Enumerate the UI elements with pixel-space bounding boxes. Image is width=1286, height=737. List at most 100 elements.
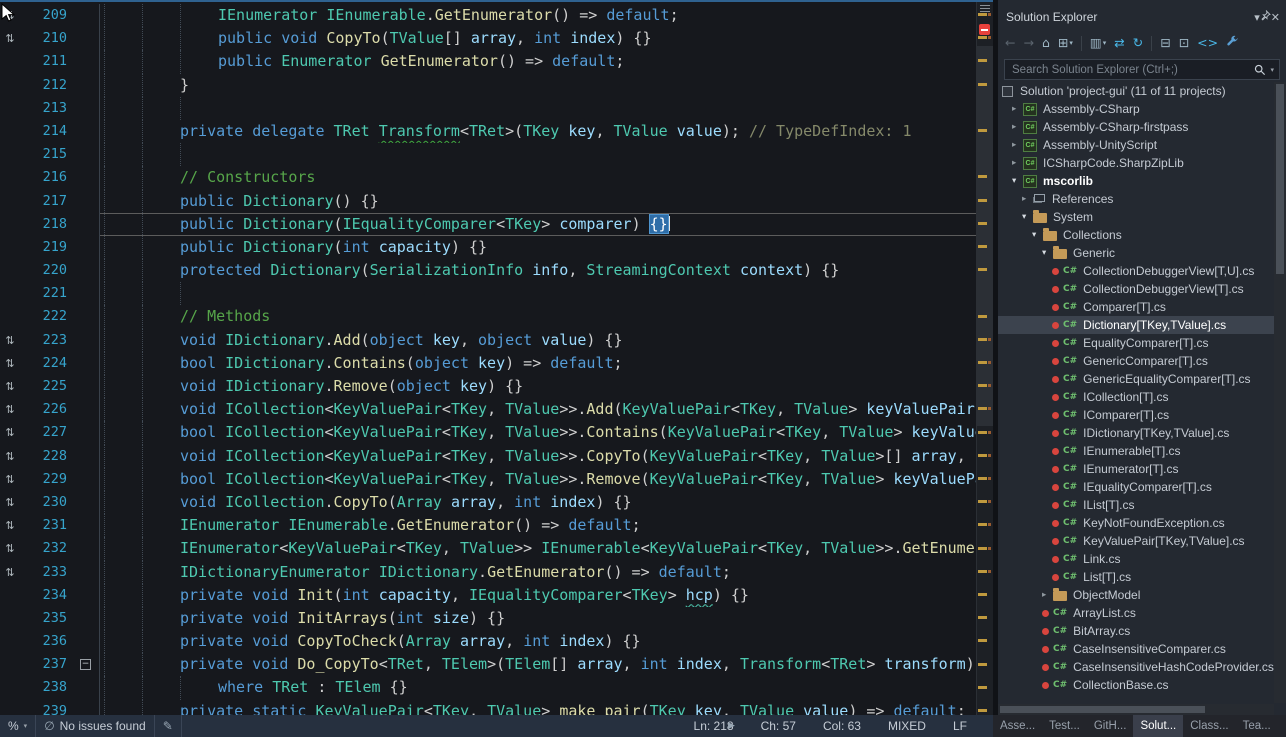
tree-item-keynotfoundexception-cs[interactable]: C#KeyNotFoundException.cs <box>998 514 1274 532</box>
line-number[interactable]: 228 <box>20 445 76 468</box>
back-icon[interactable]: ← <box>1005 36 1015 50</box>
pin-icon[interactable] <box>1260 11 1271 24</box>
code-text[interactable]: public Dictionary() {} <box>100 190 977 213</box>
code-text[interactable]: // Constructors <box>100 166 977 189</box>
code-line-211[interactable]: 211public Enumerator GetEnumerator() => … <box>0 50 977 73</box>
line-number[interactable]: 231 <box>20 514 76 537</box>
code-text[interactable]: public Dictionary(int capacity) {} <box>100 236 977 259</box>
search-input[interactable] <box>1010 63 1250 77</box>
glyph-margin[interactable] <box>0 143 20 166</box>
glyph-margin[interactable] <box>0 700 20 715</box>
code-text[interactable]: IDictionaryEnumerator IDictionary.GetEnu… <box>100 561 977 584</box>
search-options-caret-icon[interactable]: ▾ <box>1270 66 1274 74</box>
code-line-232[interactable]: ⇅232IEnumerator<KeyValuePair<TKey, TValu… <box>0 537 977 560</box>
code-line-222[interactable]: 222// Methods <box>0 305 977 328</box>
tree-item-caseinsensitivehashcodeprovider-cs[interactable]: C#CaseInsensitiveHashCodeProvider.cs <box>998 658 1274 676</box>
implements-interface-icon[interactable]: ⇅ <box>0 375 20 398</box>
code-line-229[interactable]: ⇅229 bool ICollection<KeyValuePair<TKey, … <box>0 468 977 491</box>
toolwindow-tab-solut[interactable]: Solut... <box>1133 715 1183 737</box>
line-number[interactable]: 222 <box>20 305 76 328</box>
line-number[interactable]: 229 <box>20 468 76 491</box>
line-number[interactable]: 232 <box>20 537 76 560</box>
glyph-margin[interactable] <box>0 676 20 699</box>
glyph-margin[interactable] <box>0 97 20 120</box>
sync-with-active-document-icon[interactable]: ⇄ <box>1114 36 1124 50</box>
collapse-all-icon[interactable]: ⊟ <box>1160 36 1170 50</box>
code-line-224[interactable]: ⇅224bool IDictionary.Contains(object key… <box>0 352 977 375</box>
eol-indicator[interactable]: LF <box>953 719 967 733</box>
implements-interface-icon[interactable]: ⇅ <box>0 329 20 352</box>
code-line-220[interactable]: 220protected Dictionary(SerializationInf… <box>0 259 977 282</box>
tree-item-ilist-t-cs[interactable]: C#IList[T].cs <box>998 496 1274 514</box>
tree-item-collectiondebuggerview-t-u-cs[interactable]: C#CollectionDebuggerView[T,U].cs <box>998 262 1274 280</box>
implements-interface-icon[interactable]: ⇅ <box>0 421 20 444</box>
tree-item-assembly-csharp-firstpass[interactable]: ▸C#Assembly-CSharp-firstpass <box>998 118 1274 136</box>
chevron-collapsed-icon[interactable]: ▸ <box>1042 590 1053 600</box>
implements-interface-icon[interactable]: ⇅ <box>0 468 20 491</box>
tree-item-collectiondebuggerview-t-cs[interactable]: C#CollectionDebuggerView[T].cs <box>998 280 1274 298</box>
tree-item-bitarray-cs[interactable]: C#BitArray.cs <box>998 622 1274 640</box>
tree-item-genericcomparer-t-cs[interactable]: C#GenericComparer[T].cs <box>998 352 1274 370</box>
code-text[interactable]: public Enumerator GetEnumerator() => def… <box>100 50 977 73</box>
toolwindow-tab-tea[interactable]: Tea... <box>1236 715 1278 737</box>
code-text[interactable]: public Dictionary(IEqualityComparer<TKey… <box>100 213 977 236</box>
code-line-223[interactable]: ⇅223void IDictionary.Add(object key, obj… <box>0 329 977 352</box>
tree-item-genericequalitycomparer-t-cs[interactable]: C#GenericEqualityComparer[T].cs <box>998 370 1274 388</box>
tree-item-collections[interactable]: ▾Collections <box>998 226 1274 244</box>
code-line-236[interactable]: 236private void CopyToCheck(Array array,… <box>0 630 977 653</box>
toolwindow-tab-test[interactable]: Test... <box>1042 715 1087 737</box>
issues-indicator[interactable]: ∅ No issues found <box>44 719 146 733</box>
line-number[interactable]: 223 <box>20 329 76 352</box>
filter-icon[interactable]: ▥▾ <box>1090 36 1106 50</box>
code-text[interactable]: public void CopyTo(TValue[] array, int i… <box>100 27 977 50</box>
line-number[interactable]: 213 <box>20 97 76 120</box>
code-line-217[interactable]: 217public Dictionary() {} <box>0 190 977 213</box>
tree-item-dictionary-tkey-tvalue-cs[interactable]: C#Dictionary[TKey,TValue].cs <box>998 316 1274 334</box>
toolwindow-tab-asse[interactable]: Asse... <box>993 715 1042 737</box>
switch-views-icon[interactable]: ⊞▾ <box>1058 36 1073 50</box>
line-number[interactable]: 214 <box>20 120 76 143</box>
code-text[interactable]: private void Init(int capacity, IEqualit… <box>100 584 977 607</box>
forward-icon[interactable]: → <box>1023 36 1033 50</box>
chevron-expanded-icon[interactable]: ▾ <box>1012 176 1023 186</box>
tree-item-icollection-t-cs[interactable]: C#ICollection[T].cs <box>998 388 1274 406</box>
code-line-226[interactable]: ⇅226void ICollection<KeyValuePair<TKey, … <box>0 398 977 421</box>
properties-icon[interactable] <box>1226 35 1239 51</box>
code-text[interactable]: bool ICollection<KeyValuePair<TKey, TVal… <box>100 468 977 491</box>
glyph-margin[interactable] <box>0 166 20 189</box>
glyph-margin[interactable] <box>0 50 20 73</box>
code-line-237[interactable]: 237−private void Do_CopyTo<TRet, TElem>(… <box>0 653 977 676</box>
tree-item-link-cs[interactable]: C#Link.cs <box>998 550 1274 568</box>
code-line-216[interactable]: 216// Constructors <box>0 166 977 189</box>
code-line-214[interactable]: 214private delegate TRet Transform<TRet>… <box>0 120 977 143</box>
code-text[interactable] <box>100 143 977 166</box>
code-line-221[interactable]: 221 <box>0 282 977 305</box>
code-text[interactable]: } <box>100 74 977 97</box>
panel-vscrollbar[interactable] <box>1274 82 1286 703</box>
glyph-margin[interactable] <box>0 120 20 143</box>
panel-hscrollbar-thumb[interactable] <box>1000 706 1205 713</box>
chevron-collapsed-icon[interactable]: ▸ <box>1012 104 1023 114</box>
code-line-231[interactable]: ⇅231IEnumerator IEnumerable.GetEnumerato… <box>0 514 977 537</box>
scrollbar-thumb[interactable] <box>977 46 993 426</box>
implements-interface-icon[interactable]: ⇅ <box>0 537 20 560</box>
panel-hscrollbar[interactable] <box>998 704 1274 715</box>
chevron-expanded-icon[interactable]: ▾ <box>1022 212 1033 222</box>
search-box[interactable]: ▾ <box>1004 59 1280 80</box>
refresh-icon[interactable]: ↻ <box>1133 36 1143 50</box>
tree-item-collectionbase-cs[interactable]: C#CollectionBase.cs <box>998 676 1274 694</box>
glyph-margin[interactable] <box>0 259 20 282</box>
glyph-margin[interactable] <box>0 630 20 653</box>
line-number[interactable]: 215 <box>20 143 76 166</box>
code-text[interactable]: bool ICollection<KeyValuePair<TKey, TVal… <box>100 421 977 444</box>
code-line-218[interactable]: 218public Dictionary(IEqualityComparer<T… <box>0 213 977 236</box>
search-icon[interactable] <box>1254 64 1266 76</box>
code-text[interactable]: where TRet : TElem {} <box>100 676 977 699</box>
fold-collapse-icon[interactable]: − <box>80 659 91 670</box>
home-icon[interactable]: ⌂ <box>1042 36 1050 50</box>
code-text[interactable]: bool IDictionary.Contains(object key) =>… <box>100 352 977 375</box>
tree-item-arraylist-cs[interactable]: C#ArrayList.cs <box>998 604 1274 622</box>
line-number[interactable]: 233 <box>20 561 76 584</box>
view-code-icon[interactable]: <> <box>1197 36 1218 50</box>
tree-item-keyvaluepair-tkey-tvalue-cs[interactable]: C#KeyValuePair[TKey,TValue].cs <box>998 532 1274 550</box>
